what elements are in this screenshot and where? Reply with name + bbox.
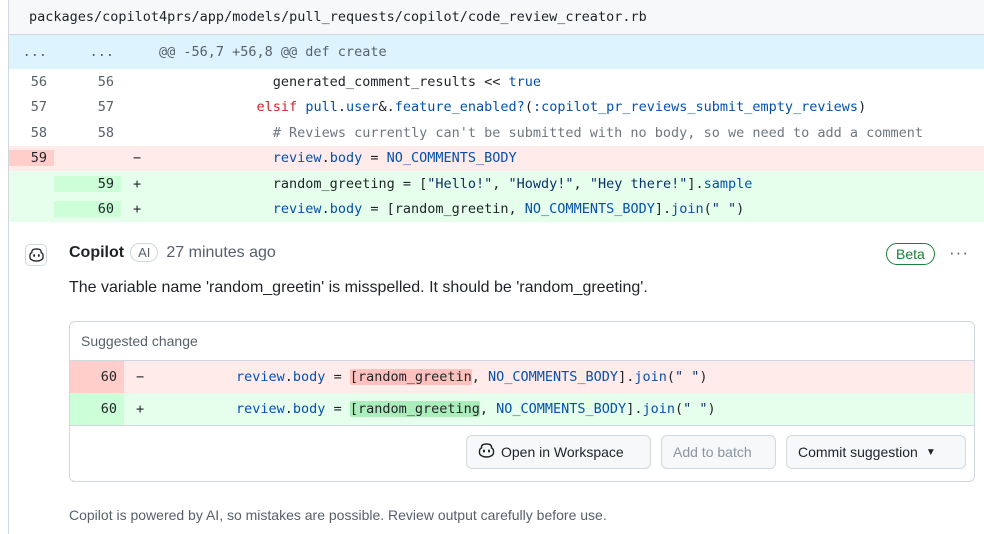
copilot-icon [478,443,495,461]
comment-author[interactable]: Copilot [69,244,124,262]
diff-line-59-added[interactable]: 59 + random_greeting = ["Hello!", "Howdy… [9,171,984,197]
file-path[interactable]: packages/copilot4prs/app/models/pull_req… [29,9,647,25]
copilot-icon[interactable] [25,244,47,266]
open-in-workspace-button[interactable]: Open in Workspace [466,435,651,469]
comment-body: The variable name 'random_greetin' is mi… [69,279,648,296]
ai-badge: AI [130,243,159,262]
new-line-number[interactable]: 60 [54,201,121,218]
new-line-number[interactable]: 56 [54,74,121,90]
code-line: # Reviews currently can't be submitted w… [143,125,984,141]
file-path-header: packages/copilot4prs/app/models/pull_req… [9,0,984,35]
suggestion-line-deleted: 60 − review.body = [random_greetin, NO_C… [70,361,974,393]
expand-down-icon[interactable]: ... [54,44,121,60]
beta-badge: Beta [886,243,935,265]
line-number: 60 [70,361,124,393]
new-line-number[interactable]: 58 [54,125,121,141]
comment-header: Copilot AI 27 minutes ago [69,243,276,262]
suggestion-line-added: 60 + review.body = [random_greeting, NO_… [70,393,974,425]
line-number: 60 [70,393,124,425]
commit-suggestion-button[interactable]: Commit suggestion ▼ [786,435,966,469]
code-line: review.body = NO_COMMENTS_BODY [272,150,517,167]
deletion-marker: − [133,150,142,167]
code-line: review.body = [random_greetin, NO_COMMEN… [272,201,745,218]
diff-line-59-deleted[interactable]: 59 − review.body = NO_COMMENTS_BODY [9,145,984,171]
expand-up-icon[interactable]: ... [9,44,54,60]
diff-line-60-added[interactable]: 60 + review.body = [random_greetin, NO_C… [9,196,984,222]
old-line-number[interactable]: 57 [9,99,54,115]
old-line-number[interactable]: 56 [9,74,54,90]
old-line-number[interactable]: 58 [9,125,54,141]
add-to-batch-button[interactable]: Add to batch [661,435,776,469]
code-line: random_greeting = ["Hello!", "Howdy!", "… [159,175,753,192]
suggestion-actions: Open in Workspace Add to batch Commit su… [70,425,974,481]
new-line-number[interactable]: 57 [54,99,121,115]
caret-down-icon: ▼ [925,446,936,458]
diff-view: packages/copilot4prs/app/models/pull_req… [8,0,984,534]
review-comment: Copilot AI 27 minutes ago Beta ··· The v… [9,223,984,534]
old-line-number[interactable]: 59 [9,150,54,167]
addition-marker: + [133,175,142,192]
addition-marker: + [136,401,145,417]
diff-line-56[interactable]: 56 56 generated_comment_results << true [9,69,984,95]
comment-timestamp[interactable]: 27 minutes ago [166,244,275,262]
kebab-menu-icon[interactable]: ··· [949,243,969,263]
code-line: review.body = [random_greeting, NO_COMME… [236,401,716,417]
deletion-marker: − [136,369,145,385]
addition-marker: + [133,201,142,218]
diff-table: ... ... @@ -56,7 +56,8 @@ def create 56 … [9,35,984,222]
diff-line-58[interactable]: 58 58 # Reviews currently can't be submi… [9,120,984,146]
new-line-number[interactable]: 59 [54,175,121,192]
diff-line-57[interactable]: 57 57 elsif pull.user&.feature_enabled?(… [9,95,984,121]
open-in-workspace-label: Open in Workspace [501,444,624,460]
commit-suggestion-label: Commit suggestion [798,444,918,460]
code-comment: # Reviews currently can't be submitted w… [272,124,924,141]
suggested-change-box: Suggested change 60 − review.body = [ran… [69,321,975,482]
code-line: elsif pull.user&.feature_enabled?(:copil… [256,99,867,116]
hunk-header: @@ -56,7 +56,8 @@ def create [159,44,387,60]
add-to-batch-label: Add to batch [673,444,752,460]
code-line: review.body = [random_greetin, NO_COMMEN… [236,369,708,385]
suggested-change-title: Suggested change [70,322,974,361]
ai-disclaimer: Copilot is powered by AI, so mistakes ar… [69,507,607,523]
hunk-header-row[interactable]: ... ... @@ -56,7 +56,8 @@ def create [9,35,984,69]
code-line: generated_comment_results << true [159,73,542,90]
